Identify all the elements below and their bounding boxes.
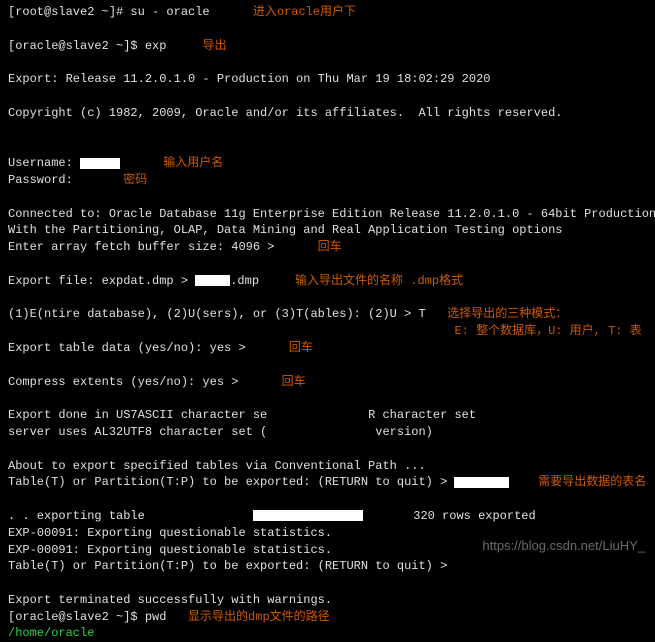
line-mode2: E: 整个数据库，U: 用户, T: 表	[8, 323, 647, 340]
watermark: https://blog.csdn.net/LiuHY_	[482, 537, 645, 555]
tabledata-prompt: Export table data (yes/no): yes >	[8, 341, 253, 355]
cmd-exp: exp	[145, 39, 167, 53]
redacted-username	[80, 158, 120, 169]
line-buffersize: Enter array fetch buffer size: 4096 > 回车	[8, 239, 647, 256]
line-pwd: [oracle@slave2 ~]$ pwd 显示导出的dmp文件的路径	[8, 609, 647, 626]
oracle-prompt: [oracle@slave2 ~]$	[8, 39, 145, 53]
blank	[8, 122, 647, 139]
blank	[8, 138, 647, 155]
line-tableprompt2: Table(T) or Partition(T:P) to be exporte…	[8, 558, 647, 575]
annot-mode: 选择导出的三种模式：	[426, 307, 568, 321]
line-connected: Connected to: Oracle Database 11g Enterp…	[8, 206, 647, 223]
line-release: Export: Release 11.2.0.1.0 - Production …	[8, 71, 647, 88]
line-blank2	[8, 21, 647, 38]
annot-filename: 输入导出文件的名称 .dmp格式	[259, 274, 463, 288]
blank	[8, 575, 647, 592]
blank	[8, 357, 647, 374]
redacted-tablename	[454, 477, 509, 488]
exportfile-prompt: Export file: expdat.dmp >	[8, 274, 195, 288]
annot-export: 导出	[166, 39, 226, 53]
blank	[8, 88, 647, 105]
table-prompt: Table(T) or Partition(T:P) to be exporte…	[8, 475, 454, 489]
blank	[8, 491, 647, 508]
line-su: [root@slave2 ~]# su - oracle 进入oracle用户下	[8, 4, 647, 21]
annot-pwd: 显示导出的dmp文件的路径	[166, 610, 329, 624]
password-label: Password:	[8, 173, 73, 187]
line-options: With the Partitioning, OLAP, Data Mining…	[8, 222, 647, 239]
blank	[8, 441, 647, 458]
annot-enter3: 回车	[246, 375, 306, 389]
oracle-prompt2: [oracle@slave2 ~]$	[8, 610, 145, 624]
blank	[8, 189, 647, 206]
annot-enter2: 回车	[253, 341, 313, 355]
compress-prompt: Compress extents (yes/no): yes >	[8, 375, 246, 389]
root-prompt: [root@slave2 ~]#	[8, 5, 130, 19]
line-exporting: . . exporting table 320 rows exported	[8, 508, 647, 525]
blank	[8, 256, 647, 273]
redacted-bar	[8, 23, 238, 35]
line-copyright: Copyright (c) 1982, 2009, Oracle and/or …	[8, 105, 647, 122]
blank	[8, 54, 647, 71]
line-terminated: Export terminated successfully with warn…	[8, 592, 647, 609]
cmd-su: su - oracle	[130, 5, 209, 19]
line-charset1: Export done in US7ASCII character se R c…	[8, 407, 647, 424]
pwd-output: /home/oracle	[8, 626, 94, 640]
annot-enter1: 回车	[282, 240, 342, 254]
annot-tablename: 需要导出数据的表名	[509, 475, 646, 489]
cmd-pwd: pwd	[145, 610, 167, 624]
blank	[8, 390, 647, 407]
line-charset2: server uses AL32UTF8 character set ( ver…	[8, 424, 647, 441]
line-mode: (1)E(ntire database), (2)U(sers), or (3)…	[8, 306, 647, 323]
line-tabledata: Export table data (yes/no): yes > 回车	[8, 340, 647, 357]
line-password: Password: 密码	[8, 172, 647, 189]
username-label: Username:	[8, 156, 80, 170]
redacted-export-table	[253, 510, 363, 521]
line-about: About to export specified tables via Con…	[8, 458, 647, 475]
line-username: Username: 输入用户名	[8, 155, 647, 172]
annot-username: 输入用户名	[120, 156, 223, 170]
annot-password: 密码	[73, 173, 147, 187]
line-exportfile: Export file: expdat.dmp > .dmp 输入导出文件的名称…	[8, 273, 647, 290]
line-compress: Compress extents (yes/no): yes > 回车	[8, 374, 647, 391]
line-tableprompt: Table(T) or Partition(T:P) to be exporte…	[8, 474, 647, 491]
annot-mode-detail: E: 整个数据库，U: 用户, T: 表	[8, 324, 642, 338]
annot-enter-oracle: 进入oracle用户下	[210, 5, 356, 19]
redacted-filename	[195, 275, 230, 286]
dmp-ext: .dmp	[230, 274, 259, 288]
line-path: /home/oracle	[8, 625, 647, 642]
blank	[8, 290, 647, 307]
line-exp: [oracle@slave2 ~]$ exp 导出	[8, 38, 647, 55]
buffer-prompt: Enter array fetch buffer size: 4096 >	[8, 240, 282, 254]
mode-prompt: (1)E(ntire database), (2)U(sers), or (3)…	[8, 307, 426, 321]
